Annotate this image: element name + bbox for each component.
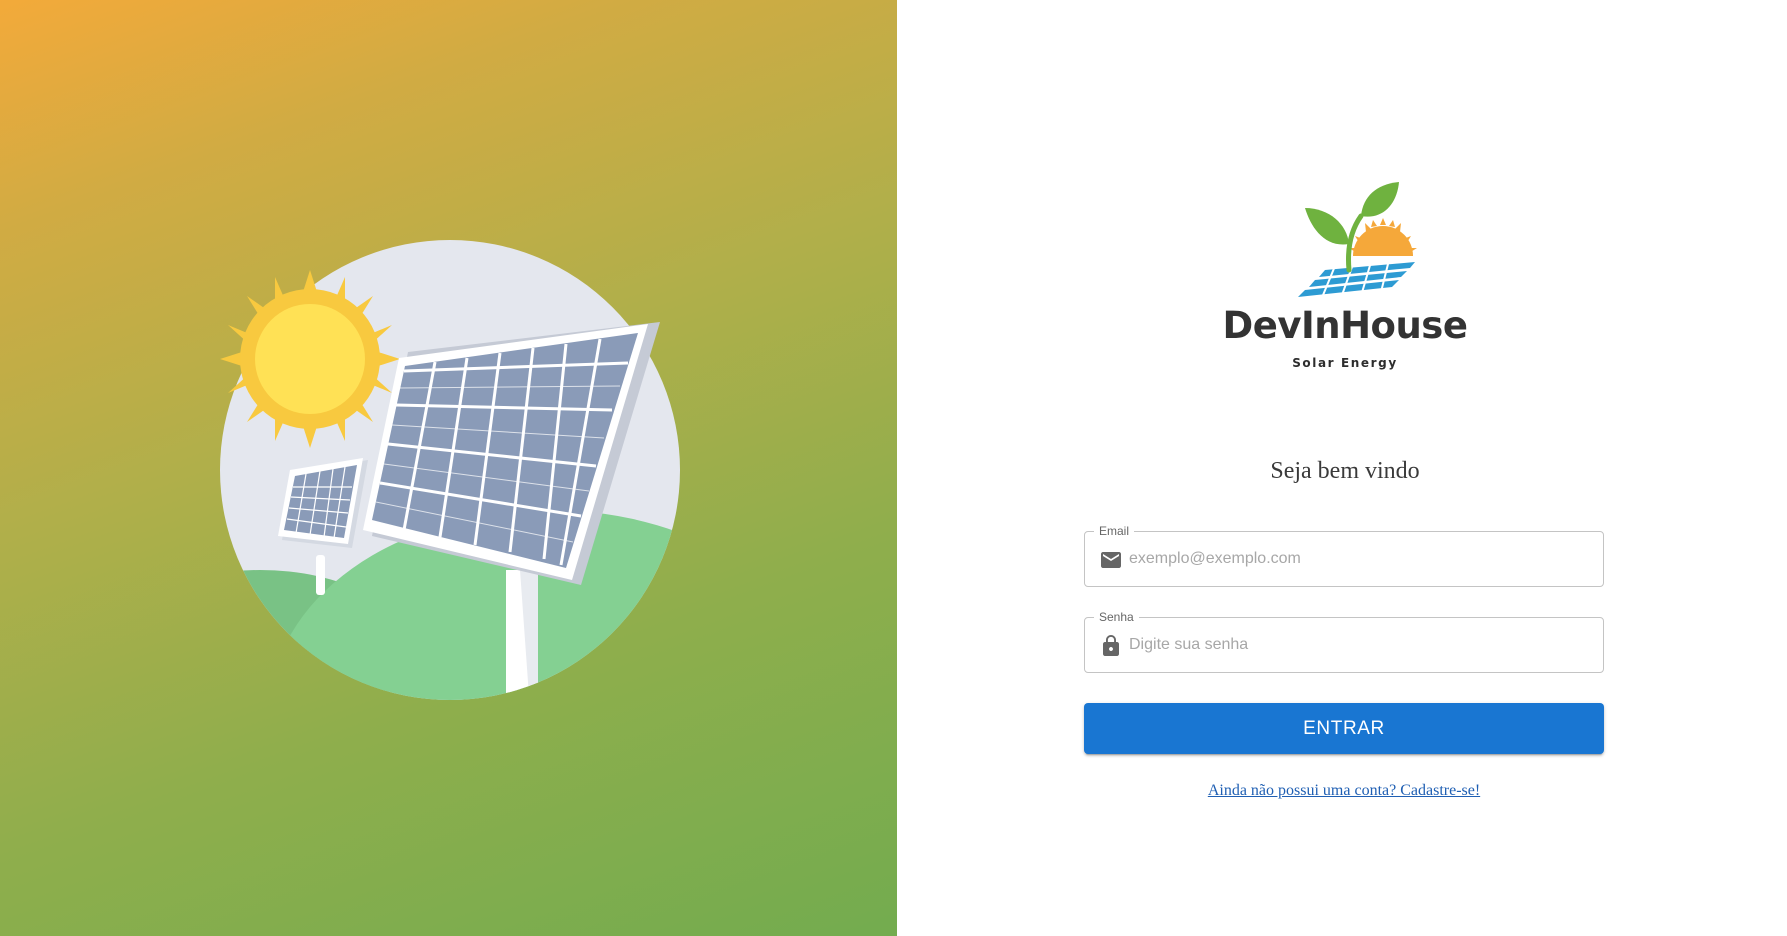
email-label: Email [1094, 523, 1135, 539]
brand-name: DevInHouse [1222, 304, 1468, 347]
leaf-sun-solar-panel-logo [1298, 182, 1417, 301]
solar-panels-illustration [220, 240, 680, 700]
hero-panel [0, 0, 897, 936]
email-field[interactable]: Email [1084, 523, 1604, 587]
password-field[interactable]: Senha [1084, 609, 1604, 673]
mail-icon [1101, 552, 1121, 568]
login-button[interactable]: ENTRAR [1084, 703, 1604, 754]
welcome-heading: Seja bem vindo [1270, 458, 1420, 484]
password-input[interactable] [1129, 618, 1589, 672]
lock-icon [1103, 635, 1119, 656]
brand-tagline: Solar Energy [1292, 356, 1398, 370]
email-input[interactable] [1129, 532, 1589, 586]
signup-link[interactable]: Ainda não possui uma conta? Cadastre-se! [1084, 782, 1604, 800]
